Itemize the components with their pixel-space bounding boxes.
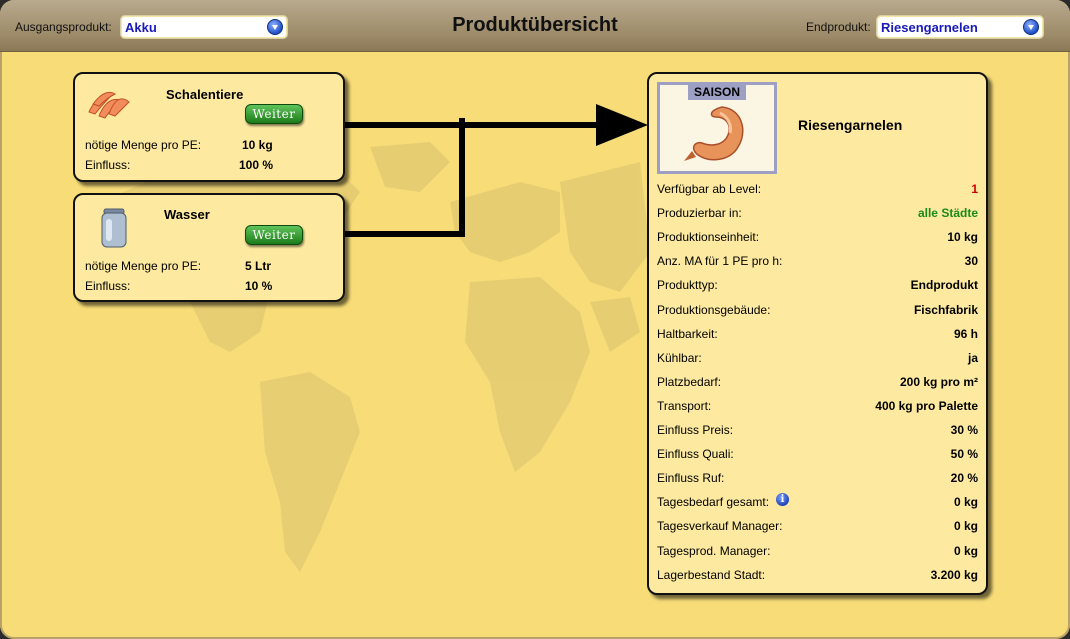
amount-label: nötige Menge pro PE: (85, 259, 202, 273)
attribute-row: Kühlbar: ja (657, 351, 978, 367)
attribute-label: Tagesprod. Manager: (657, 543, 771, 558)
attribute-value: 50 % (950, 447, 978, 462)
attribute-row: Produktionsgebäude: Fischfabrik (657, 303, 978, 319)
attribute-label: Verfügbar ab Level: (657, 182, 762, 196)
attribute-value: 400 kg pro Palette (875, 398, 978, 413)
attribute-value: 96 h (953, 326, 978, 341)
attribute-row: Verfügbar ab Level: 1 (657, 182, 978, 198)
attribute-label: Transport: (657, 398, 712, 413)
attribute-label: Platzbedarf: (657, 374, 722, 389)
attribute-value: 30 (964, 254, 978, 269)
attribute-label: Einfluss Quali: (657, 447, 734, 462)
attribute-value: 10 kg (947, 230, 978, 245)
attribute-value: Fischfabrik (913, 302, 978, 317)
influence-label: Einfluss: (85, 158, 131, 172)
attribute-value: 0 kg (953, 543, 978, 558)
attribute-value: Endprodukt (910, 278, 978, 293)
influence-value: 100 % (239, 158, 274, 172)
attribute-row: Haltbarkeit: 96 h (657, 327, 978, 343)
shrimp-pile-icon (88, 91, 130, 119)
weiter-button[interactable]: Weiter (245, 225, 303, 245)
product-name: Riesengarnelen (798, 117, 903, 133)
input-name: Wasser (164, 207, 210, 222)
season-badge: SAISON (688, 85, 746, 100)
attribute-label: Produkttyp: (657, 278, 718, 293)
attribute-row: Transport: 400 kg pro Palette (657, 399, 978, 415)
weiter-button[interactable]: Weiter (245, 104, 303, 124)
input-name: Schalentiere (166, 87, 244, 102)
attribute-row: Einfluss Preis: 30 % (657, 423, 978, 439)
attribute-label: Haltbarkeit: (657, 326, 718, 341)
attribute-label: Kühlbar: (657, 350, 702, 365)
attribute-label: Tagesbedarf gesamt: (657, 495, 770, 510)
attribute-label: Produktionseinheit: (657, 230, 760, 245)
attribute-label: Anz. MA für 1 PE pro h: (657, 254, 783, 269)
attribute-value: 3.200 kg (930, 567, 978, 582)
input-card-wasser: Wasser Weiter nötige Menge pro PE: 5 Ltr… (73, 193, 345, 302)
attribute-value: alle Städte (917, 206, 978, 221)
attribute-row: Tagesverkauf Manager: 0 kg (657, 519, 978, 535)
attribute-value: ja (967, 350, 978, 365)
attribute-label: Tagesverkauf Manager: (657, 519, 783, 534)
attribute-row: Tagesbedarf gesamt: i 0 kg (657, 493, 978, 511)
attribute-value: 30 % (950, 423, 978, 437)
attribute-value: 200 kg pro m² (899, 374, 978, 389)
info-icon[interactable]: i (776, 493, 789, 507)
attribute-value: 20 % (950, 471, 978, 486)
amount-value: 10 kg (242, 138, 273, 152)
attribute-row: Tagesprod. Manager: 0 kg (657, 544, 978, 560)
influence-value: 10 % (245, 279, 273, 293)
amount-value: 5 Ltr (245, 259, 272, 273)
input-card-schalentiere: Schalentiere Weiter nötige Menge pro PE:… (73, 72, 345, 182)
attribute-row: Produktionseinheit: 10 kg (657, 230, 978, 246)
attribute-value: 1 (971, 182, 978, 196)
product-detail-card: SAISON Riesengarnelen Verfügbar ab Level… (647, 72, 988, 595)
attribute-label: Produktionsgebäude: (657, 302, 771, 317)
product-overview-window: Ausgangsprodukt: Akku Produktübersicht E… (0, 0, 1070, 639)
attribute-label: Einfluss Ruf: (657, 471, 725, 486)
attribute-row: Produzierbar in: alle Städte (657, 206, 978, 222)
attribute-row: Einfluss Quali: 50 % (657, 447, 978, 463)
attribute-row: Einfluss Ruf: 20 % (657, 471, 978, 487)
attribute-label: Einfluss Preis: (657, 423, 734, 437)
attribute-row: Lagerbestand Stadt: 3.200 kg (657, 568, 978, 584)
attribute-label: Produzierbar in: (657, 206, 742, 221)
attribute-label: Lagerbestand Stadt: (657, 567, 766, 582)
arrow-head-icon (596, 104, 648, 146)
attribute-value: 0 kg (953, 495, 978, 510)
attribute-value: 0 kg (953, 519, 978, 534)
attribute-row: Anz. MA für 1 PE pro h: 30 (657, 254, 978, 270)
influence-label: Einfluss: (85, 279, 131, 293)
amount-label: nötige Menge pro PE: (85, 138, 202, 152)
attribute-row: Produkttyp: Endprodukt (657, 278, 978, 294)
shrimp-icon (684, 106, 744, 161)
attribute-row: Platzbedarf: 200 kg pro m² (657, 375, 978, 391)
product-image-frame: SAISON (657, 82, 777, 174)
water-jar-icon (101, 208, 127, 248)
